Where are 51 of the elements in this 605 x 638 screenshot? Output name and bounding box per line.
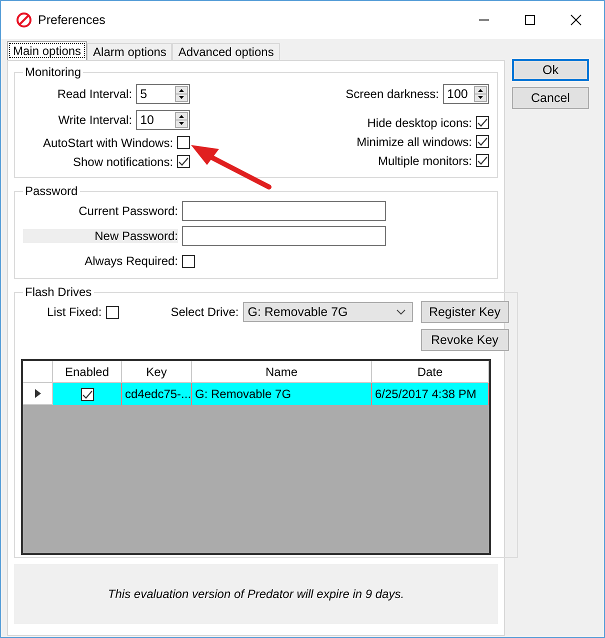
close-icon[interactable] bbox=[570, 14, 582, 26]
password-field[interactable] bbox=[182, 226, 386, 246]
checkbox[interactable] bbox=[177, 155, 190, 168]
checkbox[interactable] bbox=[182, 254, 195, 268]
table-cell: G: Removable 7G bbox=[192, 383, 372, 405]
field-label: Current Password: bbox=[78, 204, 178, 218]
tab[interactable]: Advanced options bbox=[172, 43, 280, 60]
group-title: Monitoring bbox=[24, 65, 82, 79]
group-title: Flash Drives bbox=[24, 285, 93, 299]
field-label: Always Required: bbox=[84, 254, 178, 268]
checkbox[interactable] bbox=[80, 388, 94, 400]
field-label: AutoStart with Windows: bbox=[43, 136, 174, 150]
checkbox[interactable] bbox=[177, 136, 190, 149]
drive-dropdown[interactable]: G: Removable 7G bbox=[242, 302, 413, 322]
checkbox[interactable] bbox=[476, 154, 489, 167]
revoke-key-button[interactable]: Revoke Key bbox=[420, 329, 509, 351]
field-label: Minimize all windows: bbox=[356, 134, 472, 148]
checkbox[interactable] bbox=[476, 135, 489, 148]
stop-icon bbox=[16, 12, 32, 28]
spin-arrows-icon[interactable] bbox=[474, 86, 487, 102]
row-pointer-icon bbox=[34, 389, 40, 398]
group-title: Password bbox=[24, 184, 79, 198]
checkbox[interactable] bbox=[476, 116, 489, 129]
spinner-field[interactable]: 10 bbox=[136, 110, 190, 130]
maximize-icon[interactable] bbox=[524, 14, 536, 26]
field-label: Screen darkness: bbox=[346, 87, 439, 101]
register-key-button[interactable]: Register Key bbox=[420, 301, 509, 323]
table-row[interactable]: cd4edc75-... G: Removable 7G 6/25/2017 4:38 PM bbox=[23, 383, 489, 405]
password-field[interactable] bbox=[182, 201, 386, 221]
spinner-field[interactable]: 100 bbox=[443, 84, 489, 104]
ok-button[interactable]: Ok bbox=[512, 59, 589, 81]
table-cell: 6/25/2017 4:38 PM bbox=[372, 383, 489, 405]
field-label: Show notifications: bbox=[73, 154, 174, 168]
checkbox[interactable] bbox=[106, 306, 119, 318]
field-label: List Fixed: bbox=[47, 305, 102, 319]
evaluation-notice: This evaluation version of Predator will expire in 9 days. bbox=[108, 587, 404, 601]
window-title: Preferences bbox=[38, 13, 106, 27]
field-label: Hide desktop icons: bbox=[367, 116, 472, 130]
tab[interactable]: Main options bbox=[7, 41, 88, 60]
tab[interactable]: Alarm options bbox=[87, 43, 172, 60]
spin-arrows-icon[interactable] bbox=[175, 112, 188, 128]
cancel-button[interactable]: Cancel bbox=[512, 87, 589, 109]
chevron-down-icon[interactable] bbox=[396, 309, 406, 315]
field-label: Select Drive: bbox=[170, 305, 239, 319]
field-label: Multiple monitors: bbox=[378, 154, 472, 168]
table-cell: cd4edc75-... bbox=[122, 383, 192, 405]
spinner-field[interactable]: 5 bbox=[136, 84, 190, 104]
field-label: New Password: bbox=[23, 229, 178, 243]
spin-arrows-icon[interactable] bbox=[175, 86, 188, 102]
field-label: Read Interval: bbox=[57, 87, 132, 101]
field-label: Write Interval: bbox=[58, 113, 132, 127]
